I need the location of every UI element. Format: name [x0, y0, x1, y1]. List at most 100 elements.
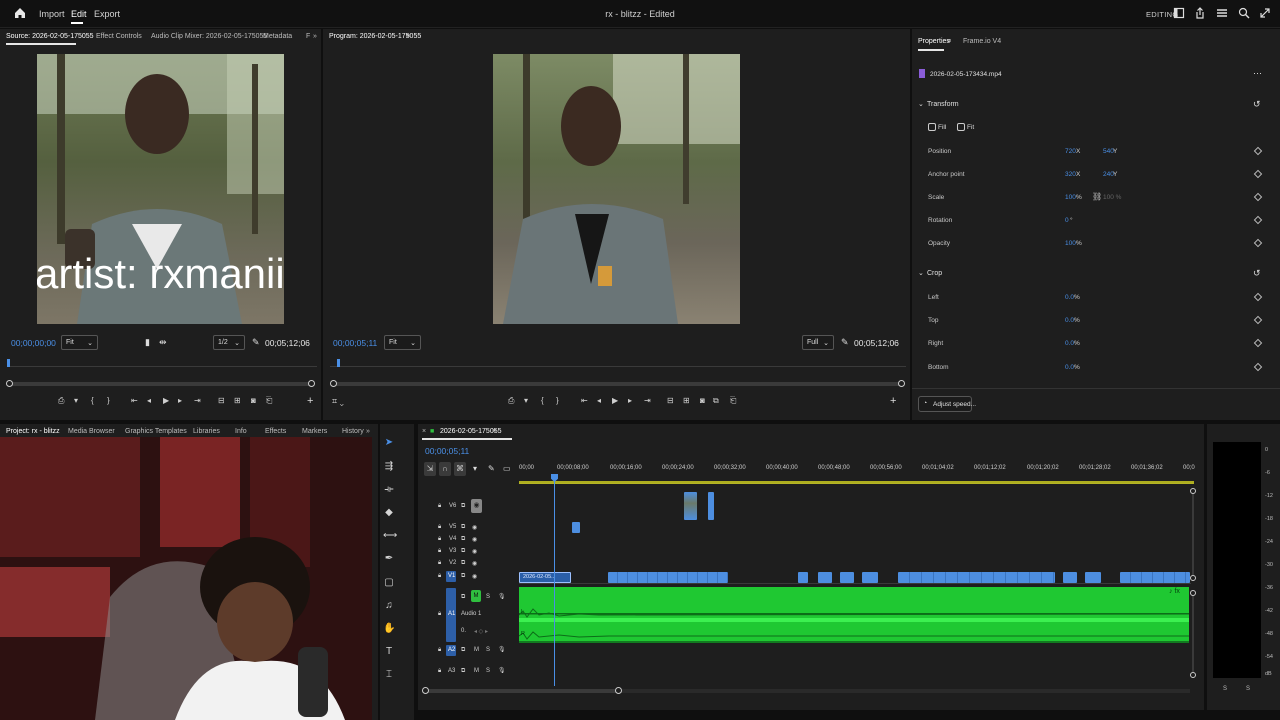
extract-icon[interactable]: ⊞: [683, 396, 690, 405]
button-editor-icon[interactable]: ⎗: [266, 396, 272, 406]
program-time-ruler[interactable]: [330, 359, 906, 367]
search-icon[interactable]: [1238, 7, 1250, 19]
video-clip-group[interactable]: [898, 572, 1055, 583]
tab-frameio[interactable]: Frame.io V4: [963, 38, 1001, 45]
track-select-tool-icon[interactable]: ⇶: [383, 461, 395, 473]
program-zoom-handle-right[interactable]: [898, 380, 905, 387]
tabs-more-icon[interactable]: »: [366, 428, 370, 435]
crop-bottom-value[interactable]: 0.0: [1065, 364, 1074, 371]
adjust-speed-button[interactable]: ◔ Adjust speed...: [918, 396, 976, 412]
lock-icon[interactable]: 🔒︎: [438, 536, 441, 543]
keyframe-nav-icon[interactable]: ◂ ◇ ▸: [474, 628, 488, 635]
volume-value[interactable]: 0.: [461, 628, 466, 634]
play-icon[interactable]: ▶: [163, 396, 169, 405]
add-marker-icon[interactable]: ▾: [473, 464, 477, 473]
menu-icon[interactable]: [1216, 7, 1228, 19]
tab-source[interactable]: Source: 2026-02-05-175055: [6, 33, 94, 40]
video-clip[interactable]: [684, 492, 697, 520]
wrench-icon[interactable]: ✎: [252, 337, 260, 348]
video-clip[interactable]: [840, 572, 854, 583]
sync-lock-icon[interactable]: ⧉: [461, 560, 465, 567]
sync-lock-icon[interactable]: ⧉: [461, 594, 465, 601]
video-clip[interactable]: [572, 522, 580, 533]
video-clip[interactable]: [798, 572, 808, 583]
solo-button[interactable]: S: [486, 668, 490, 674]
eye-icon[interactable]: ◉: [472, 573, 477, 580]
wrench-icon[interactable]: ✎: [841, 337, 849, 348]
sync-lock-icon[interactable]: ⧉: [461, 573, 465, 580]
eye-icon[interactable]: ◉: [472, 524, 477, 531]
timeline-playhead[interactable]: [554, 474, 555, 686]
microphone-icon[interactable]: 🎙︎: [498, 593, 506, 600]
export-frame-icon[interactable]: ◙: [700, 396, 705, 405]
mark-in-icon[interactable]: {: [91, 396, 94, 405]
solo-button[interactable]: S: [486, 594, 490, 600]
crop-right-value[interactable]: 0.0: [1065, 340, 1074, 347]
video-clip[interactable]: [1063, 572, 1077, 583]
sync-lock-icon[interactable]: ⧉: [461, 647, 465, 654]
microphone-icon[interactable]: 🎙︎: [498, 667, 506, 674]
video-scrollbar[interactable]: [1192, 494, 1194, 575]
step-forward-icon[interactable]: ▸: [178, 396, 182, 405]
go-to-in-icon[interactable]: ⇤: [131, 396, 138, 405]
video-clip[interactable]: [1085, 572, 1101, 583]
ripple-edit-tool-icon[interactable]: ⟛: [383, 484, 395, 496]
eye-icon[interactable]: ◉: [472, 536, 477, 543]
button-editor-icon[interactable]: ⎗: [730, 396, 736, 406]
selection-tool-icon[interactable]: ➤: [383, 437, 395, 449]
program-quality-dropdown[interactable]: Full ⌄: [802, 335, 834, 350]
scroll-handle[interactable]: [1190, 575, 1196, 581]
play-icon[interactable]: ▶: [612, 396, 618, 405]
video-clip-selected[interactable]: 2026-02-05..: [519, 572, 571, 583]
marker-icon[interactable]: ▾: [74, 396, 78, 405]
step-back-icon[interactable]: ◂: [597, 396, 601, 405]
tab-info[interactable]: Info: [235, 428, 247, 435]
video-clip-group[interactable]: [608, 572, 728, 583]
go-to-in-icon[interactable]: ⇤: [581, 396, 588, 405]
eye-icon[interactable]: ◉: [472, 548, 477, 555]
step-back-icon[interactable]: ◂: [147, 396, 151, 405]
source-zoom-bar[interactable]: [9, 382, 311, 386]
marker-icon[interactable]: ▾: [524, 396, 528, 405]
lock-icon[interactable]: 🔒︎: [438, 524, 441, 531]
tab-markers[interactable]: Markers: [302, 428, 327, 435]
mark-out-icon[interactable]: }: [107, 396, 110, 405]
insert-icon[interactable]: ⊟: [218, 396, 225, 405]
solo-button[interactable]: S: [486, 647, 490, 653]
clip-icon[interactable]: ▮: [145, 337, 150, 348]
timeline-zoom-bar[interactable]: [426, 689, 620, 693]
crop-left-value[interactable]: 0.0: [1065, 294, 1074, 301]
go-to-out-icon[interactable]: ⇥: [644, 396, 651, 405]
lock-icon[interactable]: 🔒︎: [438, 548, 441, 555]
video-clip[interactable]: [818, 572, 832, 583]
menu-icon[interactable]: ≡: [947, 38, 951, 45]
rotation-value[interactable]: 0: [1065, 217, 1069, 224]
safe-margins-icon[interactable]: ⌗ ⌄: [332, 396, 344, 407]
remix-tool-icon[interactable]: ♫: [383, 600, 395, 612]
mark-out-icon[interactable]: }: [556, 396, 559, 405]
panel-layout-icon[interactable]: [1173, 7, 1185, 19]
mark-in-icon[interactable]: {: [541, 396, 544, 405]
menu-icon[interactable]: ≡: [492, 428, 496, 435]
transform-section-title[interactable]: Transform: [927, 101, 959, 108]
solo-right-button[interactable]: S: [1246, 686, 1250, 692]
audio-scrollbar[interactable]: [1192, 596, 1194, 672]
hand-tool-icon[interactable]: ✋: [383, 623, 395, 635]
slip-tool-icon[interactable]: ⟷: [383, 530, 397, 542]
share-icon[interactable]: [1194, 7, 1206, 19]
tab-effect-controls[interactable]: Effect Controls: [96, 33, 142, 40]
crop-top-value[interactable]: 0.0: [1065, 317, 1074, 324]
lock-icon[interactable]: 🔒︎: [438, 611, 441, 618]
overwrite-icon[interactable]: ⊞: [234, 396, 241, 405]
mute-button[interactable]: M: [474, 647, 479, 653]
program-timecode[interactable]: 00;00;05;11: [333, 338, 377, 348]
program-zoom-handle-left[interactable]: [330, 380, 337, 387]
source-fit-dropdown[interactable]: Fit ⌄: [61, 335, 98, 350]
tab-media-browser[interactable]: Media Browser: [68, 428, 115, 435]
expand-icon[interactable]: [1259, 7, 1271, 19]
lock-icon[interactable]: 🔒︎: [438, 560, 441, 567]
source-playhead[interactable]: [7, 359, 10, 367]
tab-history[interactable]: History: [342, 428, 364, 435]
insert-sequence-icon[interactable]: ⇲: [424, 462, 436, 476]
eye-icon[interactable]: ◉: [472, 560, 477, 567]
